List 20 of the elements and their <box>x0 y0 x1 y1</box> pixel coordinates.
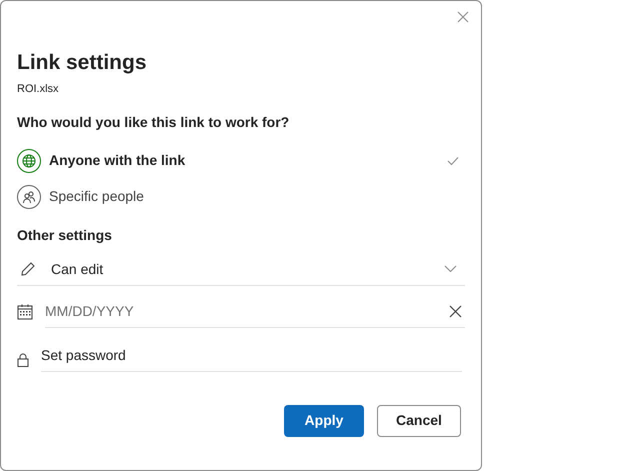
date-field[interactable]: MM/DD/YYYY <box>45 300 449 322</box>
question-label: Who would you like this link to work for? <box>17 112 290 132</box>
globe-icon <box>17 148 41 172</box>
clear-icon[interactable] <box>449 304 462 318</box>
audience-option[interactable]: Anyone with the link <box>17 142 465 178</box>
close-button[interactable] <box>455 9 471 25</box>
people-icon <box>17 184 41 208</box>
section-heading: Other settings <box>17 226 113 245</box>
dialog-title: Link settings <box>17 50 148 76</box>
checkmark-icon <box>447 156 459 166</box>
file-name: ROI.xlsx <box>17 82 60 97</box>
lock-icon <box>17 352 29 366</box>
apply-button[interactable]: Apply <box>284 404 364 436</box>
password-field[interactable]: Set password <box>41 344 462 366</box>
calendar-icon <box>17 304 33 320</box>
cancel-button[interactable]: Cancel <box>377 404 461 436</box>
audience-option[interactable]: Specific people <box>17 178 465 214</box>
chevron-down-icon <box>444 265 457 273</box>
pencil-icon <box>20 261 36 277</box>
permission-dropdown[interactable]: Can edit <box>17 254 465 286</box>
